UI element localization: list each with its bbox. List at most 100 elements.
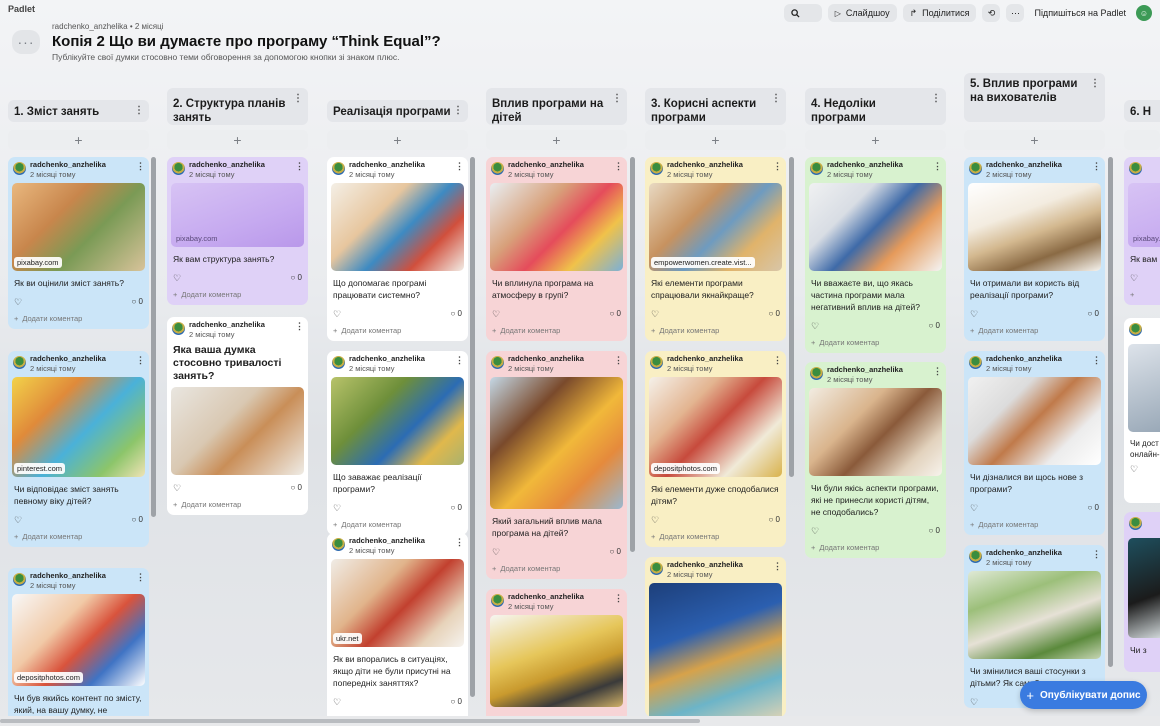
post-card[interactable]: radchenko_anzhelika2 місяці тому⋮ Чи пом… [486,589,627,725]
column-header[interactable]: 1. Зміст занять ⋮ [8,100,149,122]
column-menu-icon[interactable]: ⋮ [293,92,303,106]
post-card[interactable]: radchenko_anzhelika 2 місяці тому ⋮ Чи впл… [486,157,627,341]
post-menu-icon[interactable]: ⋮ [933,161,942,172]
column-header[interactable]: Реалізація програми ⋮ [327,100,468,122]
heart-icon[interactable]: ♡ [173,483,181,494]
post-menu-icon[interactable]: ⋮ [1092,355,1101,366]
column-menu-icon[interactable]: ⋮ [134,104,144,118]
heart-icon[interactable]: ♡ [970,503,978,514]
user-avatar[interactable]: ☺ [1136,5,1152,21]
search-button[interactable] [783,4,822,22]
add-comment[interactable]: +Додати коментар [167,284,308,305]
publish-post-button[interactable]: + Опублікувати допис [1020,681,1147,709]
post-menu-icon[interactable]: ⋮ [455,537,464,548]
post-image[interactable] [1128,344,1160,432]
post-menu-icon[interactable]: ⋮ [1092,161,1101,172]
post-card[interactable]: pixabay.c Як вам ♡ + [1124,157,1160,305]
share-button[interactable]: ↱ Поділитися [902,4,977,22]
column-header[interactable]: 2. Структура планів занять ⋮ [167,88,308,125]
column-header[interactable]: 5. Вплив програми на вихователів ⋮ [964,73,1105,122]
heart-icon[interactable]: ♡ [333,503,341,514]
heart-icon[interactable]: ♡ [970,697,978,708]
post-card[interactable]: radchenko_anzhelika 2 місяці тому ⋮ ukr.ne… [327,533,468,726]
heart-icon[interactable]: ♡ [333,309,341,320]
add-post-button[interactable]: + [8,130,149,150]
add-post-button[interactable]: + [805,130,946,150]
post-card[interactable]: radchenko_anzhelika 2 місяці тому ⋮ Чи отр… [964,157,1105,341]
post-menu-icon[interactable]: ⋮ [295,161,304,172]
post-image[interactable] [171,387,304,475]
post-card[interactable]: radchenko_anzhelika 2 місяці тому ⋮ pixaba… [167,157,308,305]
add-comment[interactable]: + [1124,284,1160,305]
post-menu-icon[interactable]: ⋮ [136,161,145,172]
heart-icon[interactable]: ♡ [173,273,181,284]
add-comment[interactable]: +Додати коментар [964,514,1105,535]
column-menu-icon[interactable]: ⋮ [1090,77,1100,91]
column-scrollbar[interactable] [1108,157,1113,667]
add-post-button[interactable]: + [645,130,786,150]
post-menu-icon[interactable]: ⋮ [1092,549,1101,560]
heart-icon[interactable]: ♡ [14,515,22,526]
post-image[interactable]: ukr.net [331,559,464,647]
post-image[interactable] [809,388,942,476]
add-comment[interactable]: +Додати коментар [486,320,627,341]
post-menu-icon[interactable]: ⋮ [295,321,304,332]
post-menu-icon[interactable]: ⋮ [136,355,145,366]
post-card[interactable]: radchenko_anzhelika 2 місяці тому ⋮ Чи бул… [805,362,946,558]
heart-icon[interactable]: ♡ [1130,464,1138,475]
heart-icon[interactable]: ♡ [1130,273,1138,284]
add-comment[interactable]: +Додати коментар [964,320,1105,341]
heart-icon[interactable]: ♡ [492,309,500,320]
post-image[interactable]: pixabay.com [12,183,145,271]
column-menu-icon[interactable]: ⋮ [931,92,941,106]
column-header[interactable]: 3. Корисні аспекти програми ⋮ [645,88,786,125]
slideshow-button[interactable]: ▷ Слайдшоу [827,4,897,22]
remake-button[interactable]: ⟲ [982,4,1001,22]
heart-icon[interactable]: ♡ [970,309,978,320]
post-image[interactable] [649,583,782,717]
column-scrollbar[interactable] [789,157,794,477]
add-comment[interactable]: +Додати коментар [805,537,946,558]
heart-icon[interactable]: ♡ [651,309,659,320]
heart-icon[interactable]: ♡ [14,297,22,308]
column-menu-icon[interactable]: ⋮ [771,92,781,106]
post-card[interactable]: radchenko_anzhelika 2 місяці тому ⋮ deposi… [645,351,786,547]
post-image[interactable]: pixabay.c [1128,183,1160,247]
more-button[interactable]: ⋯ [1006,4,1025,22]
post-menu-icon[interactable]: ⋮ [614,161,623,172]
post-card[interactable]: radchenko_anzhelika 2 місяці тому ⋮ Який з… [486,351,627,579]
post-card[interactable]: radchenko_anzhelika 2 місяці тому ⋮ pixaba… [8,157,149,329]
post-image[interactable]: depositphotos.com [649,377,782,477]
post-image[interactable] [490,615,623,707]
add-post-button[interactable]: + [327,130,468,150]
column-menu-icon[interactable]: ⋮ [453,104,463,118]
post-image[interactable] [1128,538,1160,638]
post-card[interactable]: Чи дост онлайн- ♡ [1124,318,1160,503]
add-comment[interactable]: +Додати коментар [645,526,786,547]
post-card[interactable]: radchenko_anzhelika 2 місяці тому ⋮ Чи вва… [805,157,946,353]
column-scrollbar[interactable] [630,157,635,552]
post-image[interactable] [490,183,623,271]
post-card[interactable]: radchenko_anzhelika 2 місяці тому ⋮ Що доп… [327,157,468,341]
post-card[interactable]: radchenko_anzhelika 2 місяці тому ⋮ Чи діз… [964,351,1105,535]
column-header[interactable]: Вплив програми на дітей ⋮ [486,88,627,125]
add-post-button[interactable]: + [964,130,1105,150]
post-card[interactable]: radchenko_anzhelika 2 місяці тому ⋮ Що зав… [327,351,468,535]
post-card[interactable]: radchenko_anzhelika 2 місяці тому ⋮ deposi… [8,568,149,726]
post-menu-icon[interactable]: ⋮ [455,161,464,172]
column-header[interactable]: 6. Н [1124,100,1160,122]
post-card[interactable]: radchenko_anzhelika 2 місяці тому ⋮ empowe… [645,157,786,341]
heart-icon[interactable]: ♡ [333,697,341,708]
heart-icon[interactable]: ♡ [811,526,819,537]
heart-icon[interactable]: ♡ [811,321,819,332]
add-post-button[interactable] [1124,130,1160,150]
post-image[interactable] [331,377,464,465]
post-image[interactable] [968,377,1101,465]
add-comment[interactable]: +Додати коментар [486,558,627,579]
post-image[interactable]: depositphotos.com [12,594,145,686]
post-image[interactable]: empowerwomen.create.vist... [649,183,782,271]
heart-icon[interactable]: ♡ [492,547,500,558]
horizontal-scrollbar[interactable] [0,716,1160,726]
post-menu-icon[interactable]: ⋮ [773,161,782,172]
post-menu-icon[interactable]: ⋮ [614,593,623,604]
